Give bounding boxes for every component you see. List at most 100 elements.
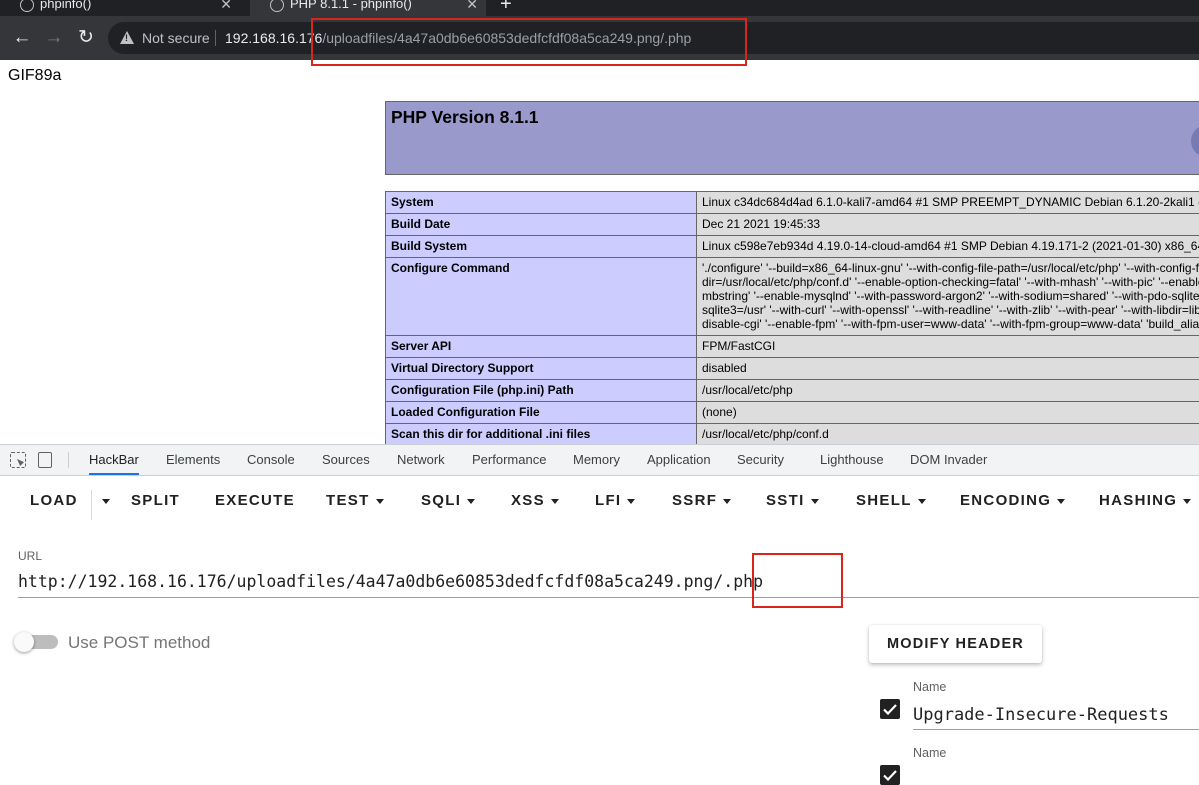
devtools-tab-bar: HackBar Elements Console Sources Network… <box>0 445 1199 476</box>
caret-down-icon <box>918 499 926 504</box>
menu-label: TEST <box>326 492 370 509</box>
menu-label: ENCODING <box>960 492 1051 509</box>
tab-application[interactable]: Application <box>647 445 711 475</box>
info-key: Loaded Configuration File <box>386 402 697 424</box>
ssti-menu-button[interactable]: SSTI <box>766 476 819 526</box>
info-value: FPM/FastCGI <box>697 336 1199 358</box>
modify-header-button[interactable]: MODIFY HEADER <box>869 625 1042 663</box>
table-row: SystemLinux c34dc684d4ad 6.1.0-kali7-amd… <box>386 192 1199 214</box>
gif-header-text: GIF89a <box>8 67 61 85</box>
globe-icon <box>20 0 34 12</box>
php-logo-icon <box>1191 125 1199 157</box>
url-field-label: URL <box>18 549 42 563</box>
new-tab-button[interactable]: + <box>500 0 512 16</box>
info-value: /usr/local/etc/php <box>697 380 1199 402</box>
menu-label: XSS <box>511 492 545 509</box>
encoding-menu-button[interactable]: ENCODING <box>960 476 1065 526</box>
url-input-underline <box>18 597 1199 598</box>
info-key: Configure Command <box>386 258 697 336</box>
sqli-menu-button[interactable]: SQLI <box>421 476 475 526</box>
reload-button[interactable]: ↻ <box>73 24 99 52</box>
tab-elements[interactable]: Elements <box>166 445 220 475</box>
info-value: Dec 21 2021 19:45:33 <box>697 214 1199 236</box>
warning-icon[interactable]: ! <box>120 31 134 44</box>
inspect-element-icon[interactable] <box>10 452 26 468</box>
checkmark-icon <box>882 701 898 717</box>
browser-tab-php-version[interactable]: PHP 8.1.1 - phpinfo() ✕ <box>250 0 486 16</box>
load-button[interactable]: LOAD <box>30 476 78 526</box>
tab-dom-invader[interactable]: DOM Invader <box>910 445 987 475</box>
post-method-toggle[interactable] <box>16 635 58 649</box>
tab-hackbar[interactable]: HackBar <box>89 445 139 475</box>
info-key: Build System <box>386 236 697 258</box>
url-input[interactable]: http://192.168.16.176/uploadfiles/4a47a0… <box>18 572 763 591</box>
tab-lighthouse[interactable]: Lighthouse <box>820 445 884 475</box>
info-key: Build Date <box>386 214 697 236</box>
caret-down-icon <box>376 499 384 504</box>
info-value: /usr/local/etc/php/conf.d <box>697 424 1199 446</box>
tab-title: PHP 8.1.1 - phpinfo() <box>290 0 412 11</box>
lfi-menu-button[interactable]: LFI <box>595 476 635 526</box>
menu-label: HASHING <box>1099 492 1177 509</box>
menu-label: SHELL <box>856 492 912 509</box>
shell-menu-button[interactable]: SHELL <box>856 476 926 526</box>
header-name-label: Name <box>913 680 946 694</box>
menu-label: SQLI <box>421 492 461 509</box>
table-row: Scan this dir for additional .ini files/… <box>386 424 1199 446</box>
table-row: Loaded Configuration File(none) <box>386 402 1199 424</box>
info-key: Server API <box>386 336 697 358</box>
info-value: Linux c34dc684d4ad 6.1.0-kali7-amd64 #1 … <box>697 192 1199 214</box>
caret-down-icon <box>1183 499 1191 504</box>
test-menu-button[interactable]: TEST <box>326 476 384 526</box>
tab-performance[interactable]: Performance <box>472 445 546 475</box>
menu-label: LFI <box>595 492 621 509</box>
post-method-label: Use POST method <box>68 633 210 653</box>
execute-button[interactable]: EXECUTE <box>215 476 295 526</box>
info-value: Linux c598e7eb934d 4.19.0-14-cloud-amd64… <box>697 236 1199 258</box>
load-dropdown-button[interactable] <box>96 476 110 526</box>
table-row: Build DateDec 21 2021 19:45:33 <box>386 214 1199 236</box>
tab-sources[interactable]: Sources <box>322 445 370 475</box>
tab-security[interactable]: Security <box>737 445 784 475</box>
forward-button[interactable]: → <box>41 24 67 52</box>
table-row: Build SystemLinux c598e7eb934d 4.19.0-14… <box>386 236 1199 258</box>
caret-down-icon <box>102 499 110 504</box>
info-key: Configuration File (php.ini) Path <box>386 380 697 402</box>
caret-down-icon <box>467 499 475 504</box>
ssrf-menu-button[interactable]: SSRF <box>672 476 731 526</box>
header-name-input[interactable]: Upgrade-Insecure-Requests <box>913 705 1169 725</box>
info-key: Virtual Directory Support <box>386 358 697 380</box>
security-status[interactable]: Not secure <box>142 30 210 46</box>
table-row: Virtual Directory Supportdisabled <box>386 358 1199 380</box>
info-key: System <box>386 192 697 214</box>
php-version-header: PHP Version 8.1.1 <box>385 101 1199 175</box>
tab-console[interactable]: Console <box>247 445 295 475</box>
php-info-table: SystemLinux c34dc684d4ad 6.1.0-kali7-amd… <box>385 191 1199 446</box>
caret-down-icon <box>627 499 635 504</box>
header-name-label: Name <box>913 746 946 760</box>
tab-title: phpinfo() <box>40 0 91 11</box>
split-button[interactable]: SPLIT <box>131 476 180 526</box>
hashing-menu-button[interactable]: HASHING <box>1099 476 1191 526</box>
info-value: disabled <box>697 358 1199 380</box>
tab-memory[interactable]: Memory <box>573 445 620 475</box>
tab-strip: phpinfo() ✕ PHP 8.1.1 - phpinfo() ✕ + <box>0 0 1199 16</box>
table-row: Configuration File (php.ini) Path/usr/lo… <box>386 380 1199 402</box>
header-enabled-checkbox[interactable] <box>880 765 900 785</box>
divider <box>68 452 69 468</box>
menu-label: SSTI <box>766 492 805 509</box>
browser-tab-phpinfo[interactable]: phpinfo() ✕ <box>0 0 240 16</box>
menu-label: SSRF <box>672 492 717 509</box>
close-tab-icon[interactable]: ✕ <box>466 0 478 16</box>
header-enabled-checkbox[interactable] <box>880 699 900 719</box>
divider <box>215 30 216 46</box>
page-title: PHP Version 8.1.1 <box>391 107 539 128</box>
info-key: Scan this dir for additional .ini files <box>386 424 697 446</box>
device-toolbar-icon[interactable] <box>38 452 52 468</box>
close-tab-icon[interactable]: ✕ <box>220 0 232 16</box>
tab-network[interactable]: Network <box>397 445 445 475</box>
devtools-panel: HackBar Elements Console Sources Network… <box>0 444 1199 774</box>
xss-menu-button[interactable]: XSS <box>511 476 559 526</box>
caret-down-icon <box>723 499 731 504</box>
back-button[interactable]: ← <box>9 24 35 52</box>
